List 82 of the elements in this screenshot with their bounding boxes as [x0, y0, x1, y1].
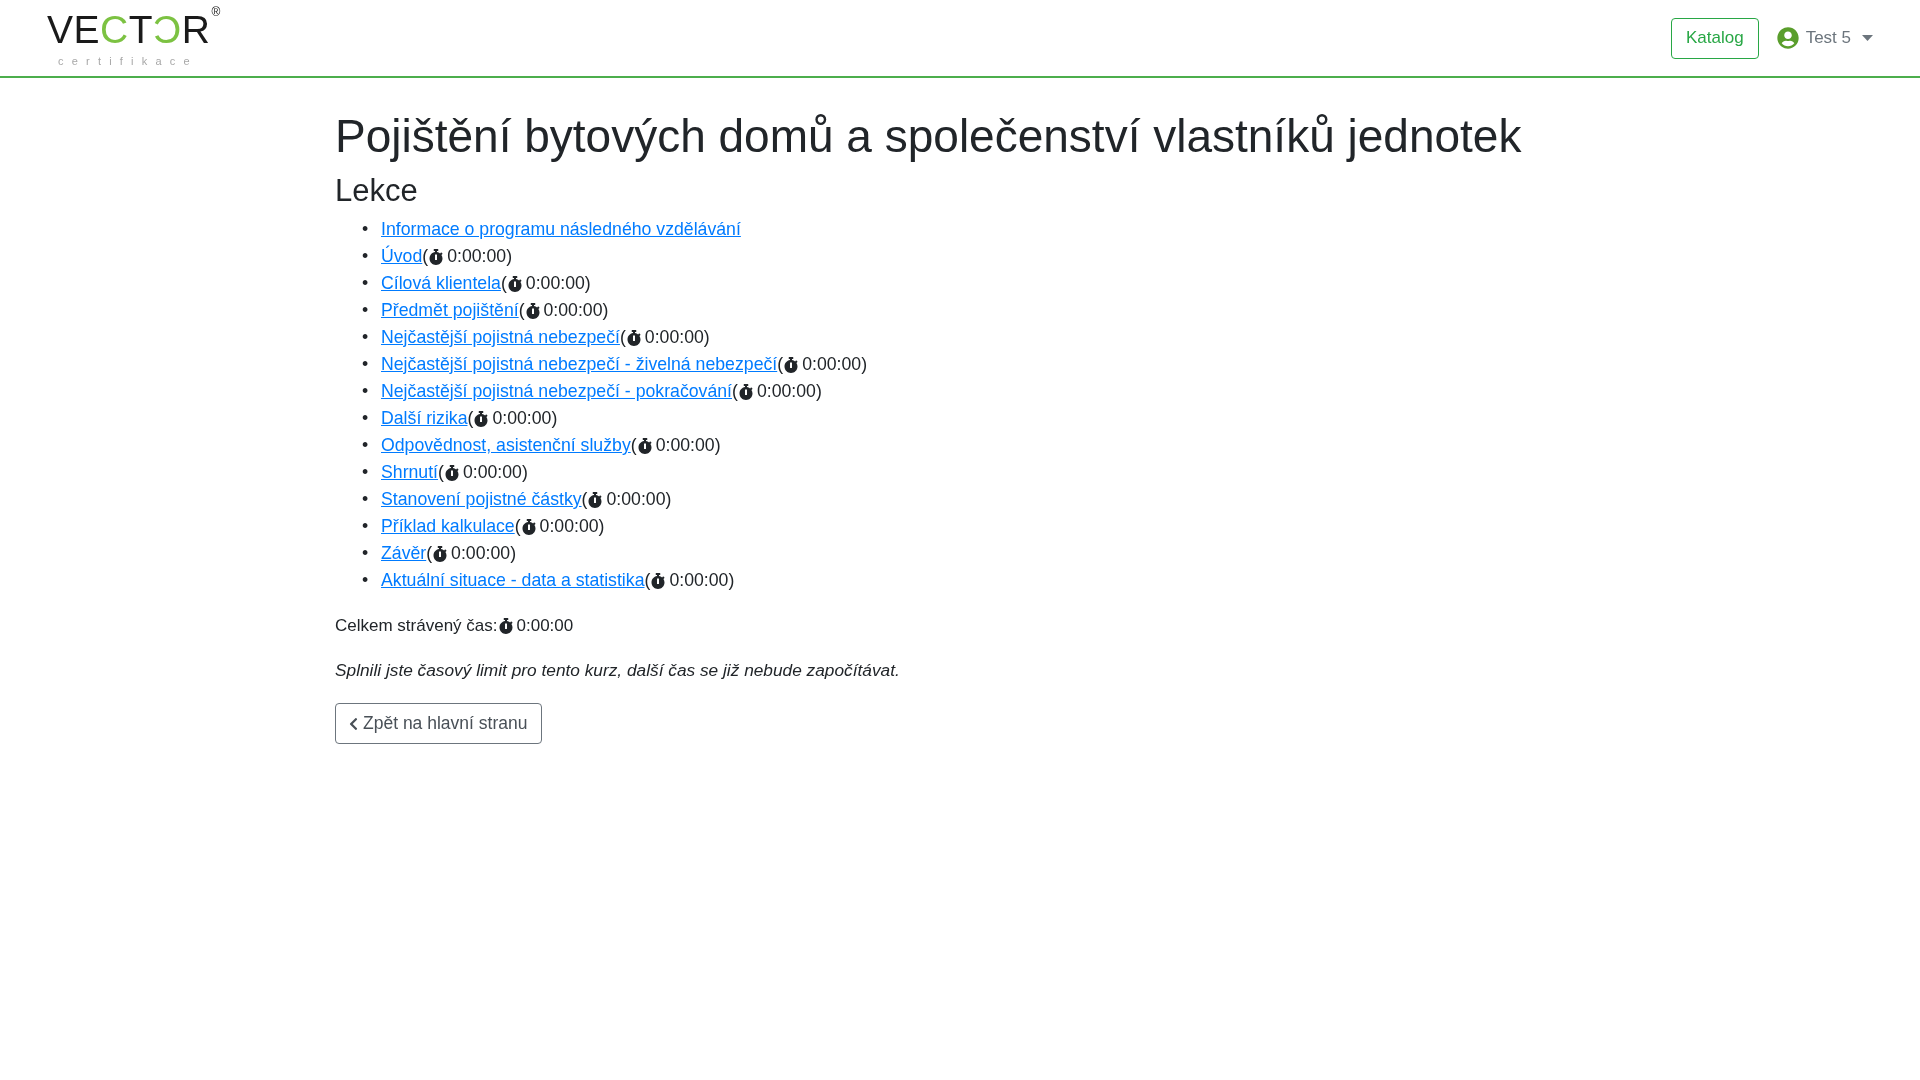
paren-text: ( — [732, 380, 738, 403]
paren-text: ( — [500, 272, 507, 295]
logo-tagline: certifikace — [58, 54, 198, 68]
lesson-duration: 0:00:00) — [802, 353, 868, 376]
lesson-link[interactable]: Závěr — [381, 540, 427, 567]
paren-text: ( — [619, 326, 626, 349]
back-button[interactable]: Zpět na hlavní stranu — [335, 703, 543, 744]
stopwatch-icon — [637, 437, 652, 454]
stopwatch-icon — [521, 518, 536, 535]
lesson-link[interactable]: Nejčastější pojistná nebezpečí - živelná nebezpečí — [381, 351, 778, 378]
total-time-label: Celkem strávený čas: — [335, 615, 498, 637]
stopwatch-icon — [507, 275, 522, 292]
list-bullet: • — [362, 407, 370, 430]
user-menu-toggle[interactable]: Test 5 — [1805, 28, 1851, 48]
paren-text: ( — [630, 434, 637, 457]
list-bullet: • — [362, 326, 370, 349]
list-bullet: • — [362, 245, 370, 268]
lesson-duration: 0:00:00) — [462, 461, 528, 484]
catalog-button[interactable]: Katalog — [1670, 17, 1759, 59]
logo-wordmark[interactable]: VECTƆR — [47, 10, 211, 50]
paren-text: ( — [644, 569, 651, 592]
caret-icon[interactable] — [1862, 35, 1873, 41]
paren-text: ( — [777, 353, 784, 376]
list-bullet: • — [362, 569, 370, 592]
stopwatch-icon — [626, 329, 641, 346]
lesson-link[interactable]: Příklad kalkulace — [381, 513, 515, 540]
lesson-duration: 0:00:00) — [756, 380, 822, 403]
lesson-duration: 0:00:00) — [451, 542, 516, 565]
stopwatch-icon — [588, 491, 603, 508]
total-time-value: 0:00:00 — [516, 615, 574, 637]
lesson-link[interactable]: Nejčastější pojistná nebezpečí — [381, 324, 620, 351]
user-avatar-icon[interactable] — [1776, 27, 1799, 49]
paren-text: ( — [514, 515, 521, 538]
paren-text: ( — [426, 542, 433, 565]
list-bullet: • — [362, 272, 370, 295]
stopwatch-icon — [433, 545, 448, 562]
stopwatch-icon — [525, 302, 540, 319]
paren-text: ( — [422, 246, 429, 268]
paren-text: ( — [438, 461, 444, 484]
lesson-link[interactable]: Další rizika — [381, 405, 468, 432]
stopwatch-icon — [429, 248, 444, 265]
page-title: Pojištění bytových domů a společenství vlastníků jednotek — [335, 110, 1523, 162]
lesson-duration: 0:00:00) — [606, 488, 672, 511]
lesson-link[interactable]: Aktuální situace - data a statistika — [381, 567, 645, 594]
section-heading: Lekce — [335, 172, 419, 210]
stopwatch-icon — [784, 356, 799, 373]
registered-mark: ® — [211, 6, 221, 18]
lesson-duration: 0:00:00) — [644, 326, 710, 349]
stopwatch-icon — [498, 617, 513, 634]
chevron-left-icon — [348, 716, 359, 731]
time-limit-note: Splnili jste časový limit pro tento kurz, další čas se již nebude započítávat. — [335, 659, 901, 682]
paren-text: ( — [581, 488, 588, 511]
lesson-link[interactable]: Stanovení pojistné částky — [381, 486, 582, 513]
paren-text: ( — [518, 299, 525, 322]
lesson-link[interactable]: Informace o programu následného vzdělávání — [381, 216, 741, 243]
lesson-duration: 0:00:00) — [669, 569, 735, 592]
lesson-duration: 0:00:00) — [543, 299, 609, 322]
list-bullet: • — [362, 299, 370, 322]
paren-text: ( — [467, 407, 474, 430]
lesson-duration: 0:00:00) — [492, 407, 558, 430]
list-bullet: • — [362, 434, 370, 457]
lesson-duration: 0:00:00) — [447, 245, 513, 268]
lesson-duration: 0:00:00) — [539, 515, 605, 538]
lesson-link[interactable]: Předmět pojištění — [381, 297, 519, 324]
lesson-link[interactable]: Nejčastější pojistná nebezpečí - pokračování — [381, 378, 732, 405]
list-bullet: • — [362, 488, 370, 511]
lesson-link[interactable]: Úvod — [381, 243, 423, 270]
list-bullet: • — [362, 380, 370, 403]
stopwatch-icon — [444, 464, 459, 481]
stopwatch-icon — [474, 410, 489, 427]
lesson-link[interactable]: Cílová klientela — [381, 270, 501, 297]
lesson-duration: 0:00:00) — [655, 434, 721, 457]
lesson-duration: 0:00:00) — [525, 272, 591, 295]
list-bullet: • — [362, 353, 370, 376]
lesson-link[interactable]: Shrnutí — [381, 459, 439, 486]
stopwatch-icon — [738, 383, 753, 400]
list-bullet: • — [362, 461, 370, 484]
list-bullet: • — [362, 218, 370, 241]
list-bullet: • — [362, 515, 370, 538]
stopwatch-icon — [651, 572, 666, 589]
lesson-link[interactable]: Odpovědnost, asistenční služby — [381, 432, 631, 459]
list-bullet: • — [362, 542, 370, 565]
